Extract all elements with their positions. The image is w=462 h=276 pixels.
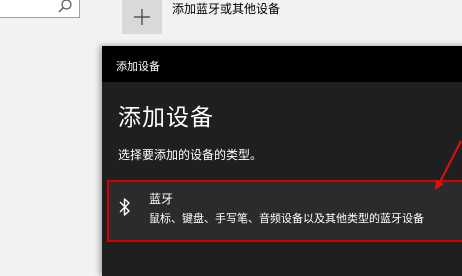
add-device-dialog: 添加设备 添加设备 选择要添加的设备的类型。 蓝牙 鼠标、键盘、手写笔、音频设备…	[102, 46, 462, 276]
bluetooth-option[interactable]: 蓝牙 鼠标、键盘、手写笔、音频设备以及其他类型的蓝牙设备	[107, 180, 462, 242]
option-title: 蓝牙	[149, 192, 174, 206]
search-icon[interactable]	[57, 0, 73, 14]
bluetooth-icon	[119, 198, 130, 216]
annotation-arrow-icon	[435, 140, 462, 190]
search-box[interactable]	[0, 0, 80, 18]
dialog-title-bar[interactable]: 添加设备	[102, 46, 462, 82]
dialog-title-text: 添加设备	[116, 60, 160, 73]
option-description: 鼠标、键盘、手写笔、音频设备以及其他类型的蓝牙设备	[149, 212, 424, 225]
dialog-heading: 添加设备	[118, 105, 214, 131]
add-device-button[interactable]	[122, 0, 162, 34]
dialog-subtitle: 选择要添加的设备的类型。	[118, 148, 263, 162]
plus-icon	[134, 9, 150, 25]
add-device-label[interactable]: 添加蓝牙或其他设备	[172, 0, 280, 17]
